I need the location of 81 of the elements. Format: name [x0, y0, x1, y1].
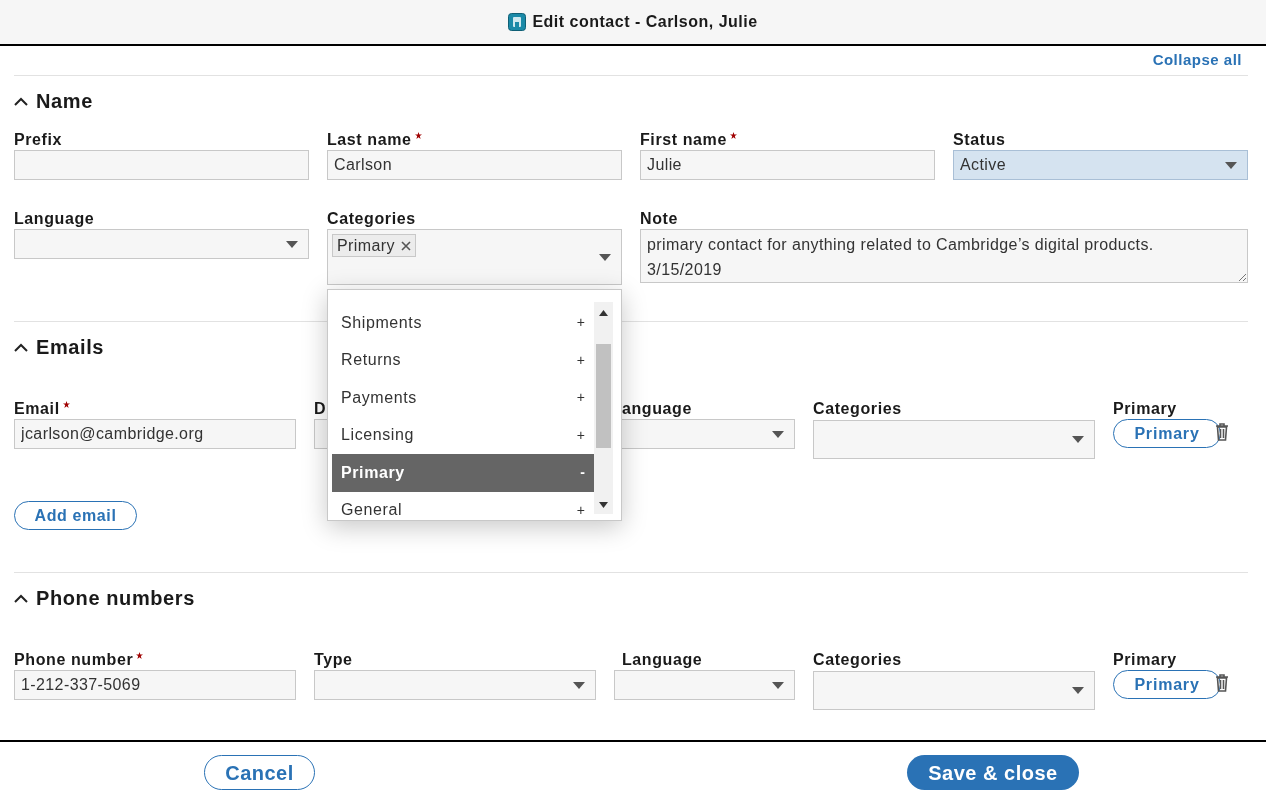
dropdown-option[interactable]: Returns + [332, 341, 594, 379]
option-label: General [341, 500, 403, 516]
chevron-up-icon[interactable] [14, 96, 28, 106]
cancel-button[interactable]: Cancel [204, 755, 315, 790]
option-action[interactable]: + [576, 349, 585, 371]
field-label: Last name [327, 130, 412, 150]
dropdown-option[interactable]: Payments + [332, 379, 594, 417]
dropdown-option[interactable]: General + [332, 491, 594, 516]
caret-icon [1072, 436, 1084, 443]
field-label: anguage [622, 399, 692, 419]
field-label: First name [640, 130, 727, 150]
category-tag: Primary [332, 234, 416, 257]
option-action[interactable]: + [576, 312, 585, 334]
caret-icon [286, 240, 298, 248]
select-field[interactable] [813, 420, 1095, 459]
caret-icon [1072, 687, 1084, 694]
select-field[interactable] [813, 671, 1095, 710]
text-field[interactable]: 1-212-337-5069 [14, 670, 296, 700]
note-field[interactable]: primary contact for anything related to Cambridge’s digital products. 3/15/2019 [640, 229, 1248, 283]
field-label: Type [314, 650, 353, 670]
required-icon [62, 401, 70, 408]
text-field[interactable]: jcarlson@cambridge.org [14, 419, 296, 449]
caret-icon [772, 430, 784, 438]
option-label: Returns [341, 350, 402, 371]
option-label: Primary [341, 462, 405, 483]
required-icon [729, 132, 737, 139]
option-label: Shipments [341, 312, 422, 333]
field-label: D [314, 399, 327, 419]
option-action[interactable]: + [576, 499, 585, 516]
add-email-button[interactable]: Add email [14, 501, 137, 530]
remove-icon[interactable] [400, 240, 411, 251]
field-label: Categories [327, 209, 416, 229]
caret-icon [772, 681, 784, 689]
text-field[interactable] [14, 150, 309, 180]
field-label: Note [640, 209, 678, 229]
dropdown-option[interactable]: Primary - [332, 454, 594, 492]
chevron-up-icon[interactable] [14, 593, 28, 603]
select-field[interactable]: Active [953, 150, 1248, 180]
field-label: Phone number [14, 650, 134, 670]
section-title: Name [36, 89, 93, 114]
select-field[interactable] [314, 670, 596, 700]
chevron-up-icon[interactable] [14, 342, 28, 352]
note-line: 3/15/2019 [647, 260, 723, 280]
required-icon [414, 132, 422, 139]
select-field[interactable] [614, 670, 795, 700]
field-label: Categories [813, 399, 902, 419]
text-field[interactable]: Carlson [327, 150, 622, 180]
field-label: Prefix [14, 130, 63, 150]
trash-icon[interactable] [1215, 674, 1229, 692]
field-label: Language [14, 209, 95, 229]
option-label: Payments [341, 387, 417, 408]
caret-icon [599, 253, 611, 261]
collapse-all-link[interactable]: Collapse all [1152, 49, 1242, 72]
select-field[interactable] [14, 229, 309, 259]
section-title: Phone numbers [36, 586, 195, 611]
caret-icon [573, 681, 585, 689]
dropdown-option[interactable]: Shipments + [332, 304, 594, 342]
field-label: Language [622, 650, 703, 670]
field-label: Primary [1113, 650, 1177, 670]
option-action[interactable]: + [576, 424, 585, 446]
field-label: Email [14, 399, 60, 419]
field-label: Status [953, 130, 1006, 150]
contact-card-icon [508, 13, 527, 31]
required-icon [136, 652, 144, 659]
save-and-close-button[interactable]: Save & close [907, 755, 1079, 790]
text-field[interactable]: Julie [640, 150, 935, 180]
window-title: Edit contact - Carlson, Julie [532, 12, 758, 32]
trash-icon[interactable] [1215, 423, 1229, 441]
dropdown-option[interactable]: Licensing + [332, 416, 594, 454]
option-label: Licensing [341, 425, 414, 446]
section-title: Emails [36, 335, 105, 360]
caret-icon [1225, 161, 1237, 169]
note-line: primary contact for anything related to Cambridge’s digital products. [647, 235, 1155, 255]
field-label: Categories [813, 650, 902, 670]
categories-field[interactable]: Primary [327, 229, 622, 285]
resize-handle-icon [1238, 273, 1246, 281]
primary-button[interactable]: Primary [1113, 419, 1221, 448]
field-label: Primary [1113, 399, 1177, 419]
option-action[interactable]: + [576, 387, 585, 409]
option-action[interactable]: - [580, 462, 585, 484]
primary-button[interactable]: Primary [1113, 670, 1221, 699]
